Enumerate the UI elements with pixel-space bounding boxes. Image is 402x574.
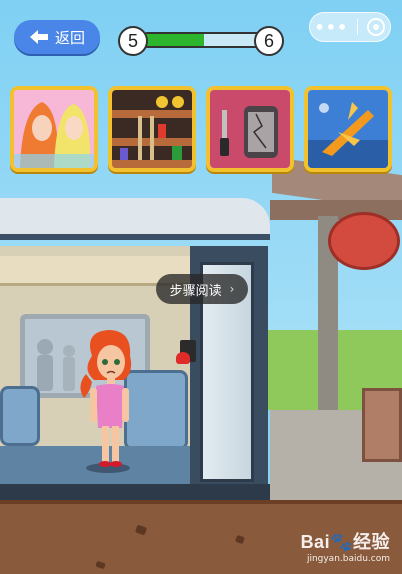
- paw-icon: 🐾: [330, 532, 353, 552]
- baidu-watermark: Bai🐾经验 jingyan.baidu.com: [301, 528, 390, 564]
- train-seat-left: [0, 386, 40, 446]
- ground-stone: [95, 560, 106, 570]
- ground-stone: [235, 534, 245, 545]
- current-level-badge: 5: [118, 26, 148, 56]
- game-thumb-phone-repair[interactable]: [206, 86, 294, 172]
- current-level-number: 5: [127, 30, 138, 51]
- game-thumb-platformer[interactable]: [108, 86, 196, 172]
- next-level-badge: 6: [254, 26, 284, 56]
- girl-character-icon: [80, 330, 132, 473]
- watermark-logo-suffix: 经验: [353, 532, 390, 552]
- step-reading-label: 步骤阅读: [169, 283, 222, 299]
- cracked-phone-screwdriver-icon: [210, 90, 290, 168]
- back-button[interactable]: 返回: [14, 20, 100, 54]
- game-thumb-jet-fighter[interactable]: [304, 86, 392, 172]
- capsule-divider: [357, 19, 359, 35]
- princess-hair-icon: [14, 90, 94, 168]
- level-progress-bar: [144, 32, 264, 48]
- ground-stone: [134, 524, 148, 536]
- more-menu-button[interactable]: •••: [315, 18, 349, 37]
- fighter-jet-icon: [308, 90, 388, 168]
- station-post-box: [362, 388, 402, 462]
- level-progress-fill: [146, 34, 204, 46]
- step-reading-tooltip[interactable]: 步骤阅读 ›: [156, 274, 248, 304]
- watermark-logo: Bai🐾经验: [301, 528, 390, 554]
- close-target-icon[interactable]: [367, 18, 386, 36]
- mario-ladder-icon: [112, 90, 192, 168]
- back-button-label: 返回: [54, 28, 85, 47]
- girl-character[interactable]: [74, 326, 144, 476]
- game-thumb-fashion[interactable]: [10, 86, 98, 172]
- station-sign: [328, 212, 400, 270]
- watermark-url: jingyan.baidu.com: [306, 554, 390, 564]
- watermark-logo-text: Bai: [300, 532, 331, 552]
- arrow-left-icon: [29, 30, 48, 44]
- next-level-number: 6: [263, 30, 274, 51]
- train-roof: [0, 198, 270, 240]
- mini-program-capsule: •••: [309, 12, 391, 42]
- alarm-button-icon[interactable]: [176, 352, 190, 364]
- chevron-right-icon: ›: [229, 282, 235, 296]
- train-base: [0, 484, 270, 500]
